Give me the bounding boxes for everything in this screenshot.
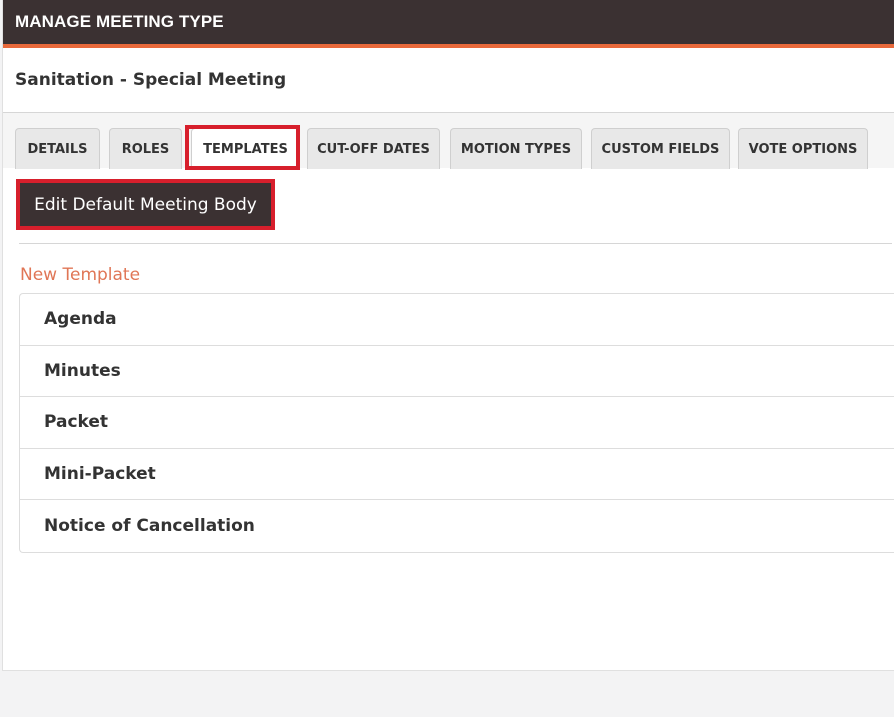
section-divider (19, 243, 892, 244)
meeting-type-name: Sanitation - Special Meeting (15, 70, 287, 90)
template-item-agenda[interactable]: Agenda (20, 294, 894, 346)
tab-label: ROLES (121, 141, 170, 157)
page-header: MANAGE MEETING TYPE (3, 0, 894, 44)
tab-label: CUT-OFF DATES (317, 141, 430, 157)
tab-vote-options[interactable]: VOTE OPTIONS (738, 128, 868, 169)
tab-label: CUSTOM FIELDS (601, 141, 720, 157)
tab-custom-fields[interactable]: CUSTOM FIELDS (591, 128, 730, 169)
template-item-mini-packet[interactable]: Mini-Packet (20, 449, 894, 501)
template-list: Agenda Minutes Packet Mini-Packet Notice… (19, 293, 894, 553)
template-item-packet[interactable]: Packet (20, 397, 894, 449)
tab-label: TEMPLATES (203, 141, 288, 157)
tab-templates[interactable]: TEMPLATES (191, 128, 300, 169)
tab-bar: DETAILS ROLES TEMPLATES CUT-OFF DATES MO… (3, 113, 894, 169)
template-label: Packet (44, 412, 109, 433)
tab-label: MOTION TYPES (460, 141, 572, 157)
tab-motion-types[interactable]: MOTION TYPES (450, 128, 582, 169)
template-label: Notice of Cancellation (44, 516, 255, 537)
meeting-type-name-row: Sanitation - Special Meeting (3, 48, 894, 113)
page-title: MANAGE MEETING TYPE (15, 12, 224, 31)
tab-cut-off-dates[interactable]: CUT-OFF DATES (307, 128, 440, 169)
template-label: Agenda (44, 309, 117, 330)
template-item-notice-of-cancellation[interactable]: Notice of Cancellation (20, 500, 894, 552)
tab-label: VOTE OPTIONS (748, 141, 858, 157)
tab-roles[interactable]: ROLES (109, 128, 182, 169)
tab-label: DETAILS (27, 141, 88, 157)
template-label: Mini-Packet (44, 464, 156, 485)
template-item-minutes[interactable]: Minutes (20, 346, 894, 398)
new-template-link[interactable]: New Template (20, 265, 140, 285)
edit-default-meeting-body-button[interactable]: Edit Default Meeting Body (20, 183, 271, 226)
tab-details[interactable]: DETAILS (15, 128, 100, 169)
template-label: Minutes (44, 360, 121, 381)
